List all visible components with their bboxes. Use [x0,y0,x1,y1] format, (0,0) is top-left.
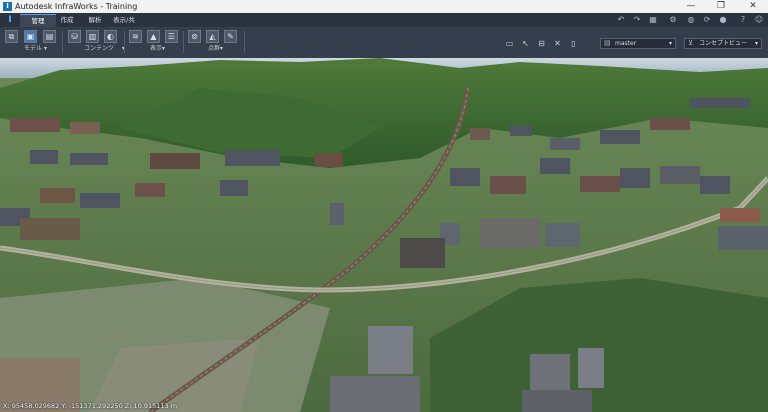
window-title: Autodesk InfraWorks - Training [15,2,138,11]
style-palette-button[interactable]: ◐ [104,30,117,43]
minimize-button[interactable]: — [676,0,706,13]
panel-icon[interactable]: ▯ [568,38,579,49]
axis-icon[interactable]: ✕ [552,38,563,49]
style-value: コンセプトビュー [699,40,748,47]
terrain-button[interactable]: ▲ [147,30,160,43]
chat-icon[interactable]: ● [718,15,728,25]
select-icon[interactable]: ↖ [520,38,531,49]
measure-icon[interactable]: ⊟ [536,38,547,49]
proposal-icon: ▤ [604,39,611,47]
data-source-button[interactable]: ⛁ [68,30,81,43]
undo-icon[interactable]: ↶ [616,15,626,25]
globe-icon[interactable]: ◍ [686,15,696,25]
copy-model-button[interactable]: ⧉ [5,30,18,43]
style-dropdown[interactable]: ⊻ コンセプトビュー ▾ [684,38,762,49]
ribbon-tab-bar: I 管理 作成 解析 表示/共有 ↶ ↷ ▦ ⚙ ◍ ⟳ ● ? ☺ [0,13,768,36]
help-icon[interactable]: ? [738,15,748,25]
coordinate-readout: X: 95458.029682 Y: -151371.292250 Z: 10.… [3,402,178,410]
display-dropdown-icon[interactable]: ▾ [162,45,165,52]
app-menu-icon[interactable]: I [4,15,16,25]
data-table-button[interactable]: ▥ [86,30,99,43]
model-button[interactable]: ▣ [24,30,37,43]
proposal-dropdown[interactable]: ▤ master ▾ [600,38,676,49]
pointcloud-group-label[interactable]: 点群 [208,45,220,53]
list-button[interactable]: ☰ [165,30,178,43]
redo-icon[interactable]: ↷ [632,15,642,25]
pointcloud-dropdown-icon[interactable]: ▾ [220,45,223,52]
layers-button[interactable]: ≋ [129,30,142,43]
model-settings-button[interactable]: ▤ [43,30,56,43]
close-button[interactable]: ✕ [738,0,768,13]
style-icon: ⊻ [688,39,694,47]
app-logo-icon: I [3,2,12,11]
grid-icon[interactable]: ▦ [648,15,658,25]
tab-view-share[interactable]: 表示/共有 [104,14,144,36]
settings-icon[interactable]: ⚙ [668,15,678,25]
chevron-down-icon: ▾ [668,40,672,47]
ribbon-panel: ⧉ ▣ ▤ モデル ▾ ⛁ ▥ ◐ コンテンツ ▾ ≋ ▲ ☰ 表示 ▾ ⊚ ◭… [0,27,768,59]
proposal-value: master [615,40,637,47]
title-bar: I Autodesk InfraWorks - Training — ❐ ✕ [0,0,768,13]
pointcloud-button[interactable]: ⊚ [188,30,201,43]
pointcloud-terrain-button[interactable]: ◭ [206,30,219,43]
pointcloud-edit-button[interactable]: ✎ [224,30,237,43]
3d-viewport[interactable]: X: 95458.029682 Y: -151371.292250 Z: 10.… [0,58,768,412]
refresh-icon[interactable]: ⟳ [702,15,712,25]
maximize-button[interactable]: ❐ [706,0,736,13]
screen-icon[interactable]: ▭ [504,38,515,49]
model-group-label[interactable]: モデル [24,45,42,53]
contents-group-label[interactable]: コンテンツ [84,45,114,53]
scene-render [0,58,768,412]
display-group-label[interactable]: 表示 [150,45,162,53]
user-icon[interactable]: ☺ [754,15,764,25]
chevron-down-icon: ▾ [754,40,758,47]
model-dropdown-icon[interactable]: ▾ [44,45,47,52]
